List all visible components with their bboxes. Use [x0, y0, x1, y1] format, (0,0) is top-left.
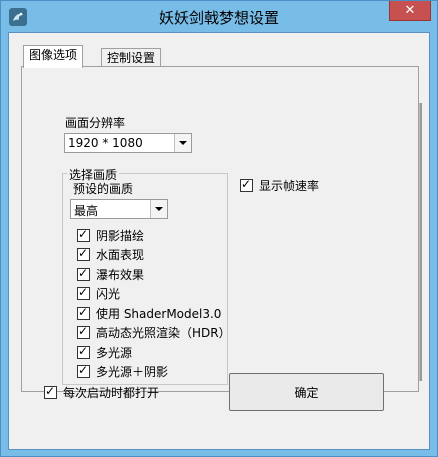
ok-button[interactable]: 确定 — [229, 373, 384, 411]
option-flash[interactable]: ✓ 闪光 — [77, 285, 120, 302]
dialog-client-area: 图像选项 控制设置 画面分辨率 1920 * 1080 选择画质 预设的画质 最… — [8, 32, 430, 450]
show-fps-checkbox[interactable]: ✓ 显示帧速率 — [240, 177, 319, 194]
preset-quality-label: 预设的画质 — [73, 182, 134, 196]
checkbox[interactable]: ✓ — [240, 177, 253, 192]
option-hdr[interactable]: ✓ 高动态光照渲染（HDR） — [77, 324, 231, 341]
vertical-scrollbar[interactable] — [419, 103, 422, 381]
tab-control-settings[interactable]: 控制设置 — [101, 48, 162, 67]
option-multi-light-shadow[interactable]: ✓ 多光源＋阴影 — [77, 363, 168, 380]
checkbox[interactable]: ✓ — [44, 384, 57, 399]
resolution-label: 画面分辨率 — [65, 116, 126, 130]
tab-image-options[interactable]: 图像选项 — [23, 45, 84, 68]
option-shadows[interactable]: ✓ 阴影描绘 — [77, 227, 144, 244]
option-waterfall[interactable]: ✓ 瀑布效果 — [77, 266, 144, 283]
resolution-select[interactable]: 1920 * 1080 — [64, 133, 192, 153]
checkbox[interactable]: ✓ — [77, 344, 90, 359]
preset-quality-value: 最高 — [74, 204, 99, 218]
checkbox[interactable]: ✓ — [77, 285, 90, 300]
open-on-start-checkbox[interactable]: ✓ 每次启动时都打开 — [44, 384, 159, 401]
image-options-panel: 画面分辨率 1920 * 1080 选择画质 预设的画质 最高 ✓ 阴影描绘 ✓… — [21, 66, 422, 392]
option-multi-light[interactable]: ✓ 多光源 — [77, 344, 132, 361]
close-button[interactable]: ✕ — [389, 1, 431, 21]
title-bar[interactable]: 妖妖剑戟梦想设置 ✕ — [1, 1, 437, 32]
settings-window: 妖妖剑戟梦想设置 ✕ 图像选项 控制设置 画面分辨率 1920 * 1080 选… — [0, 0, 438, 457]
checkbox[interactable]: ✓ — [77, 246, 90, 261]
option-shadermodel[interactable]: ✓ 使用 ShaderModel3.0 — [77, 305, 221, 322]
checkbox[interactable]: ✓ — [77, 363, 90, 378]
close-icon: ✕ — [404, 3, 416, 18]
preset-quality-select[interactable]: 最高 — [70, 199, 168, 219]
option-water[interactable]: ✓ 水面表现 — [77, 246, 144, 263]
chevron-down-icon — [174, 134, 191, 152]
window-title: 妖妖剑戟梦想设置 — [158, 9, 279, 27]
checkbox[interactable]: ✓ — [77, 227, 90, 242]
checkbox[interactable]: ✓ — [77, 305, 90, 320]
checkbox[interactable]: ✓ — [77, 324, 90, 339]
chevron-down-icon — [150, 200, 167, 218]
checkbox[interactable]: ✓ — [77, 266, 90, 281]
resolution-value: 1920 * 1080 — [68, 136, 143, 150]
ok-button-label: 确定 — [294, 385, 319, 400]
